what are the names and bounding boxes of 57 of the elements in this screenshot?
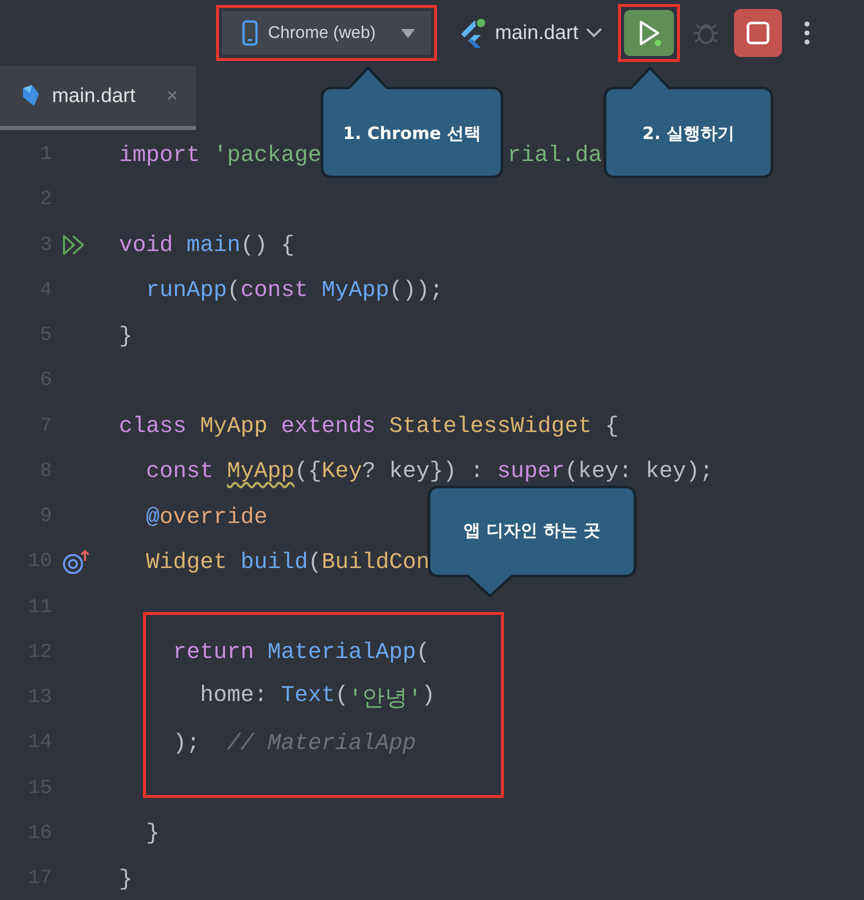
code-token: Text — [281, 682, 336, 710]
code-token: super — [497, 458, 565, 484]
callout: 앱 디자인 하는 곳 — [427, 485, 637, 598]
code-token: () { — [240, 232, 295, 258]
code-token: ( — [308, 548, 322, 575]
code-token: StatelessWidget — [389, 413, 592, 440]
code-token: ({ — [294, 458, 322, 484]
code-token: MyApp — [322, 277, 390, 304]
chevron-down-icon — [586, 28, 602, 38]
code-token: ()); — [389, 277, 444, 304]
code-token: rial.da — [508, 142, 602, 168]
code-token: ( — [227, 277, 241, 304]
code-token: MyApp — [200, 413, 269, 440]
phone-icon — [242, 20, 258, 46]
more-menu-icon[interactable] — [804, 21, 810, 45]
code-token: Key — [322, 458, 362, 484]
code-token: 'package — [214, 142, 322, 168]
code-token: MaterialApp — [268, 639, 416, 666]
code-token: ); — [172, 730, 202, 756]
code-token: return — [172, 639, 256, 666]
code-token: ( — [335, 682, 349, 710]
code-token: (key: key); — [564, 458, 714, 484]
code-token: class — [119, 413, 188, 440]
code-token: @ — [145, 504, 160, 530]
device-selector[interactable]: Chrome (web) — [222, 11, 431, 55]
code-token: { — [604, 413, 619, 440]
code-token: home: — [199, 682, 269, 710]
callout: 1. Chrome 선택 — [320, 66, 504, 179]
code-token: ( — [416, 639, 430, 666]
code-token: '안녕' — [348, 685, 422, 714]
code-token: ? key}) : — [362, 458, 485, 484]
code-token: ) — [422, 682, 436, 710]
code-token: const — [240, 277, 310, 304]
run-config-selector[interactable]: main.dart — [453, 13, 606, 53]
file-tab[interactable]: main.dart × — [0, 66, 196, 130]
code-token: build — [240, 548, 308, 575]
stop-icon — [746, 21, 770, 45]
code-token: BuildCon — [322, 548, 430, 575]
code-token: import — [119, 142, 202, 168]
code-token: override — [160, 504, 268, 530]
code-token: const — [145, 458, 215, 484]
code-token: } — [145, 820, 160, 846]
code-token: runApp — [145, 277, 228, 304]
code-token: MyApp — [227, 458, 295, 484]
callout: 2. 실행하기 — [603, 66, 774, 179]
code-token: } — [119, 866, 133, 892]
caret-icon — [401, 28, 415, 38]
dart-file-icon — [20, 84, 40, 108]
override-target-icon[interactable] — [62, 548, 90, 575]
run-button[interactable] — [624, 10, 674, 56]
code-comment: // MaterialApp — [227, 730, 416, 756]
stop-button[interactable] — [734, 9, 782, 57]
code-token: main — [186, 232, 241, 258]
code-token: void — [119, 232, 174, 258]
code-token: Widget — [145, 548, 228, 575]
code-token: } — [119, 322, 133, 349]
code-token: extends — [281, 413, 377, 440]
